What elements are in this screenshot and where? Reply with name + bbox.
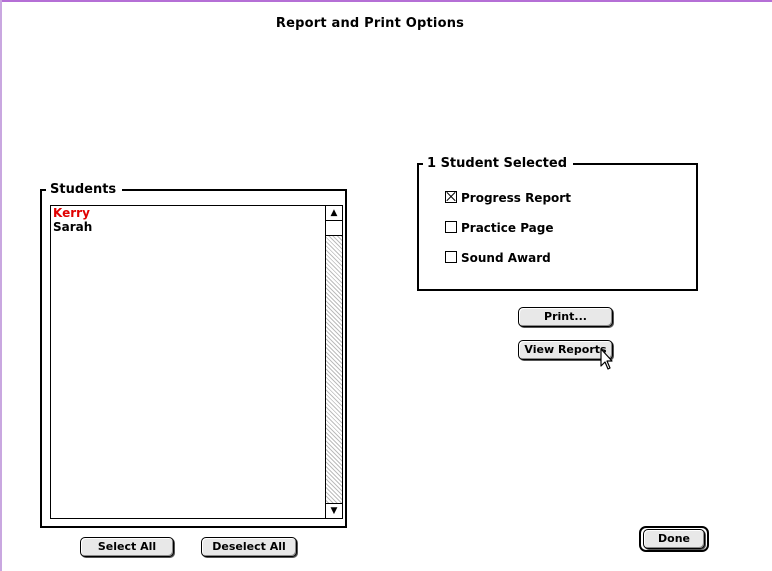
window-frame-left — [0, 0, 2, 571]
view-reports-button[interactable]: View Reports — [518, 340, 613, 360]
sound-award-option[interactable]: Sound Award — [445, 251, 551, 265]
mouse-pointer-icon — [600, 348, 613, 370]
progress-report-label: Progress Report — [461, 191, 571, 205]
practice-page-option[interactable]: Practice Page — [445, 221, 554, 235]
list-item-student[interactable]: Sarah — [53, 220, 323, 234]
print-button[interactable]: Print... — [518, 307, 613, 327]
students-list: Kerry Sarah — [53, 206, 323, 234]
dialog-title: Report and Print Options — [275, 16, 465, 31]
practice-page-checkbox[interactable] — [445, 221, 457, 233]
deselect-all-button[interactable]: Deselect All — [201, 537, 297, 557]
arrow-up-icon[interactable]: ▲ — [326, 206, 342, 221]
done-default-ring: Done — [639, 526, 709, 552]
sound-award-label: Sound Award — [461, 251, 551, 265]
progress-report-checkbox[interactable] — [445, 191, 457, 203]
scroll-thumb[interactable] — [326, 221, 342, 236]
window-frame-top — [0, 0, 772, 2]
selection-count-legend: 1 Student Selected — [423, 155, 574, 173]
progress-report-option[interactable]: Progress Report — [445, 191, 571, 205]
sound-award-checkbox[interactable] — [445, 251, 457, 263]
report-options-group: 1 Student Selected Progress Report Pract… — [417, 155, 698, 291]
practice-page-label: Practice Page — [461, 221, 554, 235]
students-group: Students Kerry Sarah ▲ ▼ — [40, 181, 347, 528]
arrow-down-icon[interactable]: ▼ — [326, 503, 342, 518]
students-listbox[interactable]: Kerry Sarah ▲ ▼ — [50, 205, 343, 519]
students-scrollbar[interactable]: ▲ ▼ — [325, 206, 342, 518]
done-button[interactable]: Done — [643, 529, 705, 549]
students-legend: Students — [46, 181, 123, 199]
list-item-student[interactable]: Kerry — [53, 206, 323, 220]
select-all-button[interactable]: Select All — [80, 537, 174, 557]
